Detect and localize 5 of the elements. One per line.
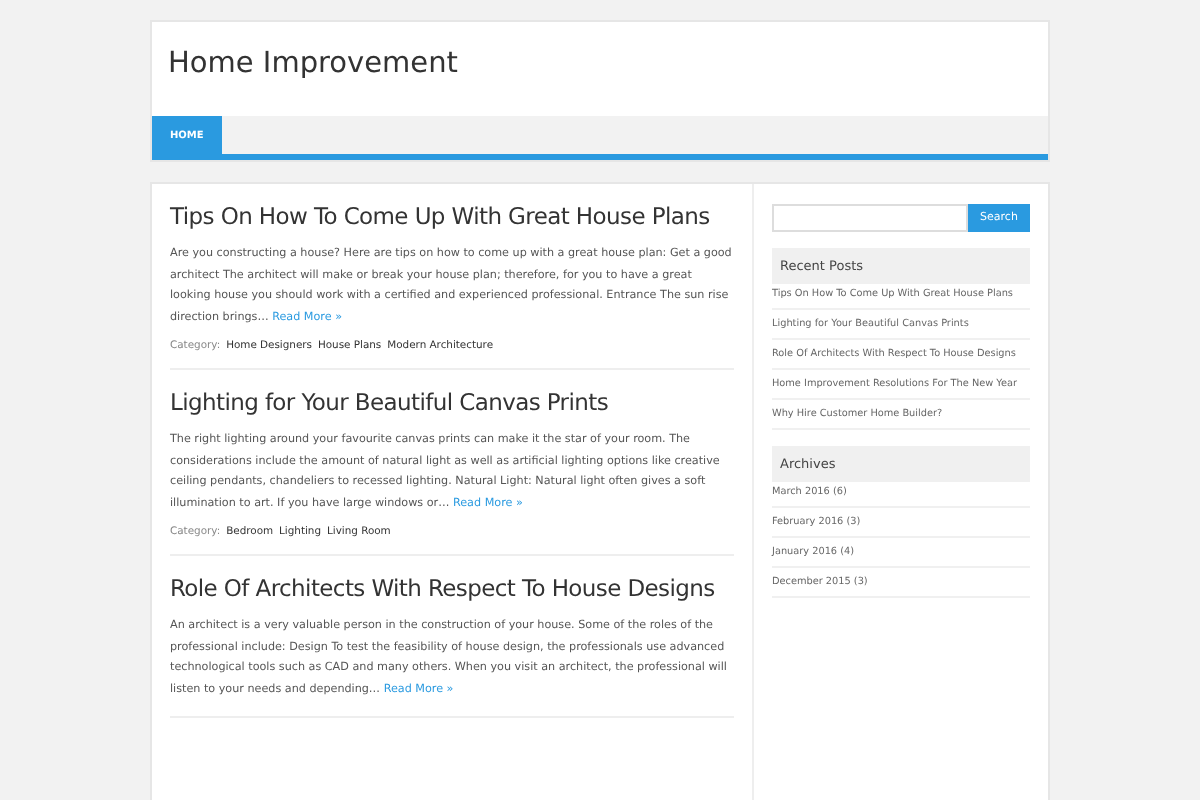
search-field[interactable] (772, 204, 968, 232)
post-title[interactable]: Lighting for Your Beautiful Canvas Prints (170, 388, 609, 418)
site-title: Home Improvement (166, 46, 460, 84)
post-title[interactable]: Tips On How To Come Up With Great House Plans (170, 202, 710, 232)
post-title[interactable]: Role Of Architects With Respect To House Designs (170, 574, 715, 604)
